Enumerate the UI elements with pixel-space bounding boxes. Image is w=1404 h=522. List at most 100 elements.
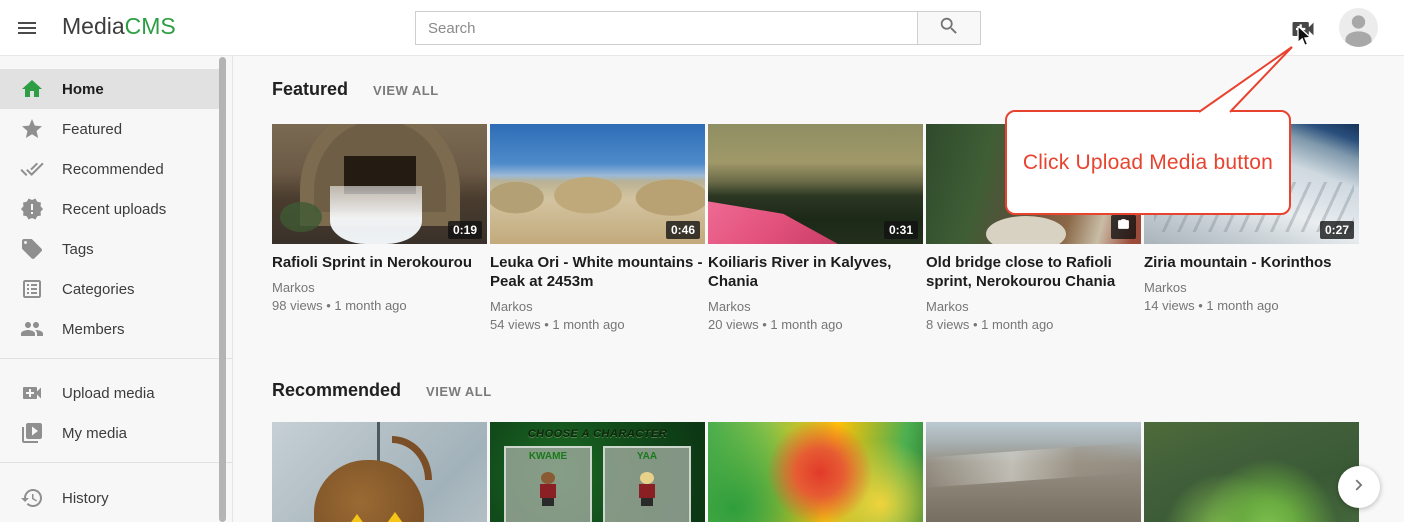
sidebar-item-label: Recent uploads: [62, 201, 166, 218]
media-author[interactable]: Markos: [272, 279, 487, 296]
video-thumbnail[interactable]: 0:19: [272, 124, 487, 244]
sidebar-item-categories[interactable]: Categories: [0, 269, 232, 309]
history-icon: [20, 486, 44, 510]
featured-section-header: Featured VIEW ALL: [272, 79, 439, 100]
sidebar-scrollbar[interactable]: [219, 57, 226, 522]
media-card[interactable]: [708, 422, 923, 522]
sidebar-item-tags[interactable]: Tags: [0, 229, 232, 269]
video-thumbnail[interactable]: [708, 422, 923, 522]
members-icon: [20, 317, 44, 341]
mediacms-app: MediaCMS Home: [0, 0, 1404, 522]
categories-icon: [20, 277, 44, 301]
game-character-panel: KWAME: [504, 446, 592, 522]
carousel-next-button[interactable]: [1338, 466, 1380, 508]
media-author[interactable]: Markos: [708, 298, 923, 315]
sidebar-item-recent-uploads[interactable]: Recent uploads: [0, 189, 232, 229]
media-meta: 8 views • 1 month ago: [926, 316, 1141, 333]
user-avatar[interactable]: [1339, 8, 1378, 47]
chevron-right-icon: [1348, 474, 1370, 501]
duration-badge: 0:27: [1320, 221, 1354, 239]
media-meta: 14 views • 1 month ago: [1144, 297, 1359, 314]
media-card[interactable]: [1144, 422, 1359, 522]
thumbnail-art: [330, 186, 422, 244]
star-icon: [20, 117, 44, 141]
sidebar-item-home[interactable]: Home: [0, 69, 219, 109]
photo-badge: [1111, 215, 1136, 239]
media-title[interactable]: Leuka Ori - White mountains - Peak at 24…: [490, 253, 705, 291]
media-title[interactable]: Ziria mountain - Korinthos: [1144, 253, 1359, 272]
duration-badge: 0:19: [448, 221, 482, 239]
thumbnail-art: [280, 202, 322, 232]
user-avatar-icon: [1339, 34, 1378, 47]
thumbnail-art: [490, 170, 705, 216]
sidebar-item-label: Tags: [62, 241, 94, 258]
sidebar-item-label: Members: [62, 321, 125, 338]
sidebar-item-featured[interactable]: Featured: [0, 109, 232, 149]
media-author[interactable]: Markos: [490, 298, 705, 315]
media-card[interactable]: CHOOSE A CHARACTER KWAME YAA Selected Se…: [490, 422, 705, 522]
search-icon: [938, 15, 960, 42]
sidebar-item-my-media[interactable]: My media: [0, 413, 232, 453]
media-card[interactable]: 0:31 Koiliaris River in Kalyves, Chania …: [708, 124, 923, 333]
annotation-callout: Click Upload Media button: [1005, 110, 1291, 215]
top-header: MediaCMS: [0, 0, 1404, 56]
app-logo[interactable]: MediaCMS: [62, 13, 176, 40]
sidebar-item-label: Featured: [62, 121, 122, 138]
thumbnail-art: [926, 443, 1141, 488]
my-media-icon: [20, 421, 44, 445]
hamburger-menu-icon[interactable]: [15, 16, 39, 40]
media-title[interactable]: Old bridge close to Rafioli sprint, Nero…: [926, 253, 1141, 291]
section-title: Featured: [272, 79, 348, 100]
sidebar-item-recommended[interactable]: Recommended: [0, 149, 232, 189]
media-author[interactable]: Markos: [926, 298, 1141, 315]
search-input[interactable]: [415, 11, 917, 45]
video-thumbnail[interactable]: CHOOSE A CHARACTER KWAME YAA Selected Se…: [490, 422, 705, 522]
game-character-name: KWAME: [506, 451, 590, 462]
video-thumbnail[interactable]: [272, 422, 487, 522]
sidebar-item-label: History: [62, 490, 109, 507]
game-character-panel: YAA: [603, 446, 691, 522]
tag-icon: [20, 237, 44, 261]
media-card[interactable]: 0:46 Leuka Ori - White mountains - Peak …: [490, 124, 705, 333]
duration-badge: 0:31: [884, 221, 918, 239]
view-all-link[interactable]: VIEW ALL: [373, 83, 439, 98]
sidebar-item-members[interactable]: Members: [0, 309, 232, 349]
upload-media-icon: [20, 381, 44, 405]
search-button[interactable]: [917, 11, 981, 45]
search-bar: [415, 11, 981, 45]
double-check-icon: [20, 157, 44, 181]
video-thumbnail[interactable]: 0:46: [490, 124, 705, 244]
sidebar: Home Featured Recommended Recent uploads…: [0, 56, 233, 522]
new-releases-icon: [20, 197, 44, 221]
media-meta: 20 views • 1 month ago: [708, 316, 923, 333]
sidebar-item-label: Recommended: [62, 161, 164, 178]
recommended-section-header: Recommended VIEW ALL: [272, 380, 492, 401]
home-icon: [20, 77, 44, 101]
upload-media-icon: [1289, 30, 1317, 47]
media-author[interactable]: Markos: [1144, 279, 1359, 296]
logo-prefix: Media: [62, 13, 125, 39]
media-title[interactable]: Rafioli Sprint in Nerokourou: [272, 253, 487, 272]
game-heading: CHOOSE A CHARACTER: [490, 428, 705, 440]
media-meta: 54 views • 1 month ago: [490, 316, 705, 333]
media-card[interactable]: 0:19 Rafioli Sprint in Nerokourou Markos…: [272, 124, 487, 314]
sidebar-item-label: Upload media: [62, 385, 155, 402]
thumbnail-art: [392, 436, 432, 480]
media-card[interactable]: [926, 422, 1141, 522]
thumbnail-art: [708, 192, 838, 244]
sidebar-item-upload-media[interactable]: Upload media: [0, 373, 232, 413]
upload-media-button[interactable]: [1289, 15, 1317, 43]
duration-badge: 0:46: [666, 221, 700, 239]
video-thumbnail[interactable]: [1144, 422, 1359, 522]
annotation-text: Click Upload Media button: [1023, 151, 1273, 175]
video-thumbnail[interactable]: 0:31: [708, 124, 923, 244]
media-title[interactable]: Koiliaris River in Kalyves, Chania: [708, 253, 923, 291]
view-all-link[interactable]: VIEW ALL: [426, 384, 492, 399]
video-thumbnail[interactable]: [926, 422, 1141, 522]
media-card[interactable]: [272, 422, 487, 522]
thumbnail-art: [986, 216, 1066, 244]
sidebar-item-history[interactable]: History: [0, 478, 232, 518]
game-character-name: YAA: [605, 451, 689, 462]
section-title: Recommended: [272, 380, 401, 401]
sidebar-item-label: Home: [62, 81, 104, 98]
